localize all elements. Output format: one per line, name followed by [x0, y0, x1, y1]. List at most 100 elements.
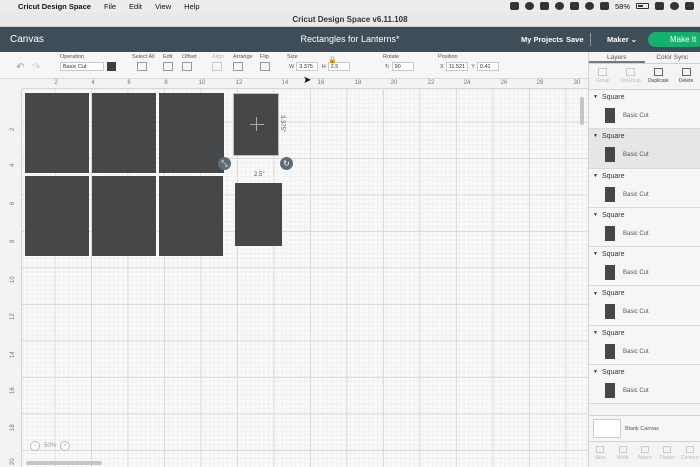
machine-select[interactable]: Maker ⌄	[607, 35, 637, 44]
flip-group: Flip	[260, 54, 270, 71]
offset-icon[interactable]	[182, 62, 192, 71]
status-icon[interactable]	[554, 2, 564, 10]
select-all-icon[interactable]	[137, 62, 147, 71]
contour-button[interactable]: Contour	[679, 442, 700, 467]
layer-item[interactable]: ▼ Square Basic Cut	[589, 168, 700, 208]
layer-item[interactable]: ▼ Square Basic Cut	[589, 207, 700, 248]
status-icon[interactable]	[509, 2, 519, 10]
square-shape[interactable]	[25, 93, 89, 173]
control-center-icon[interactable]	[685, 2, 694, 10]
x-position-field[interactable]: 11.521	[445, 62, 468, 71]
menu-edit[interactable]: Edit	[129, 2, 142, 11]
square-shape[interactable]	[159, 176, 223, 256]
expand-icon[interactable]: ▼	[593, 173, 598, 179]
group-button[interactable]: Group	[589, 64, 617, 89]
layer-name: Square	[601, 211, 625, 219]
vertical-scrollbar[interactable]	[580, 97, 584, 125]
layer-item[interactable]: ▼ Square Basic Cut	[589, 325, 700, 366]
square-shape[interactable]	[92, 176, 156, 256]
layer-actions: Group UnGroup Duplicate Delete	[589, 64, 700, 90]
zoom-out-button[interactable]: −	[30, 441, 40, 451]
layer-item[interactable]: ▼ Square Basic Cut	[589, 129, 700, 169]
layer-operation: Basic Cut	[623, 152, 649, 159]
square-shape[interactable]	[235, 183, 282, 246]
redo-icon[interactable]: ↷	[32, 62, 40, 73]
save-button[interactable]: Save	[566, 35, 584, 44]
group-icon	[598, 68, 608, 76]
blank-canvas-layer[interactable]: Blank Canvas	[589, 415, 700, 441]
tab-color-sync[interactable]: Color Sync	[645, 52, 700, 63]
menu-help[interactable]: Help	[184, 2, 199, 11]
battery-percent: 58%	[614, 1, 630, 11]
weld-button[interactable]: Weld	[611, 442, 633, 467]
status-icon[interactable]	[569, 2, 579, 10]
status-icon[interactable]	[524, 2, 534, 10]
status-icon[interactable]	[584, 2, 594, 10]
expand-icon[interactable]: ▼	[593, 94, 598, 100]
resize-handle-icon[interactable]: ⤡	[218, 157, 231, 170]
layer-item[interactable]: ▼ Square Basic Cut	[589, 286, 700, 326]
status-icon[interactable]	[599, 2, 609, 10]
status-icon[interactable]	[539, 2, 549, 10]
layer-item[interactable]: ▼ Square Basic Cut	[589, 90, 700, 130]
search-icon[interactable]	[670, 2, 679, 10]
menu-app-name[interactable]: Cricut Design Space	[18, 2, 91, 11]
operation-label: Operation	[60, 54, 85, 60]
make-it-button[interactable]: Make It	[648, 32, 700, 47]
flatten-button[interactable]: Flatten	[656, 442, 678, 467]
position-label: Position	[438, 54, 458, 60]
attach-button[interactable]: Attach	[634, 442, 656, 467]
horizontal-scrollbar[interactable]	[26, 461, 102, 465]
attach-label: Attach	[637, 455, 653, 461]
expand-icon[interactable]: ▼	[593, 291, 598, 297]
square-shape[interactable]	[159, 93, 224, 173]
zoom-in-button[interactable]: +	[60, 441, 71, 451]
arrange-icon[interactable]	[233, 62, 243, 71]
expand-icon[interactable]: ▼	[593, 330, 598, 336]
delete-button[interactable]: Delete	[672, 64, 700, 89]
expand-icon[interactable]: ▼	[593, 369, 598, 375]
design-canvas[interactable]: ➤ 3.375" ⤡ ↻ 2.5" − 50% +	[22, 75, 588, 467]
slice-button[interactable]: Slice	[589, 442, 611, 467]
layer-item[interactable]: ▼ Square Basic Cut	[589, 365, 700, 405]
operation-select[interactable]: Basic Cut	[60, 62, 104, 71]
menu-view[interactable]: View	[155, 2, 171, 11]
arrange-label: Arrange	[233, 54, 253, 60]
square-shape[interactable]	[92, 93, 156, 173]
my-projects-button[interactable]: My Projects	[521, 35, 563, 44]
duplicate-button[interactable]: Duplicate	[645, 64, 673, 89]
width-field[interactable]: 3.375	[296, 62, 319, 71]
rotate-field[interactable]: 90	[391, 62, 414, 71]
expand-icon[interactable]: ▼	[593, 212, 598, 218]
attach-icon	[641, 446, 650, 453]
layer-item[interactable]: ▼ Square Basic Cut	[589, 247, 700, 287]
edit-icon[interactable]	[163, 62, 173, 71]
undo-icon[interactable]: ↶	[16, 62, 24, 73]
layer-thumbnail	[605, 108, 615, 123]
align-group: Align	[212, 54, 224, 71]
expand-icon[interactable]: ▼	[593, 251, 598, 257]
duplicate-label: Duplicate	[647, 78, 669, 84]
weld-icon	[618, 446, 627, 453]
layer-name: Square	[601, 133, 625, 141]
flip-icon[interactable]	[260, 62, 270, 71]
selected-square-shape[interactable]	[233, 93, 279, 156]
battery-icon[interactable]	[636, 3, 649, 9]
operation-group: Operation Basic Cut	[60, 54, 116, 71]
wifi-icon[interactable]	[655, 2, 664, 10]
expand-icon[interactable]: ▼	[593, 133, 598, 139]
color-swatch[interactable]	[107, 62, 116, 71]
window-title: Cricut Design Space v6.11.108	[0, 12, 700, 27]
tab-layers[interactable]: Layers	[589, 52, 645, 63]
align-icon[interactable]	[212, 62, 222, 71]
menu-file[interactable]: File	[104, 2, 116, 11]
width-label: W	[289, 63, 295, 70]
flatten-icon	[663, 446, 672, 453]
ungroup-button[interactable]: UnGroup	[617, 64, 645, 89]
ruler-tick: 28	[536, 80, 544, 86]
rotate-handle-icon[interactable]: ↻	[280, 157, 293, 170]
y-position-field[interactable]: 0.41	[476, 62, 499, 71]
square-shape[interactable]	[25, 176, 89, 256]
lock-icon[interactable]: 🔒	[328, 56, 337, 64]
ruler-tick: 18	[354, 80, 362, 86]
